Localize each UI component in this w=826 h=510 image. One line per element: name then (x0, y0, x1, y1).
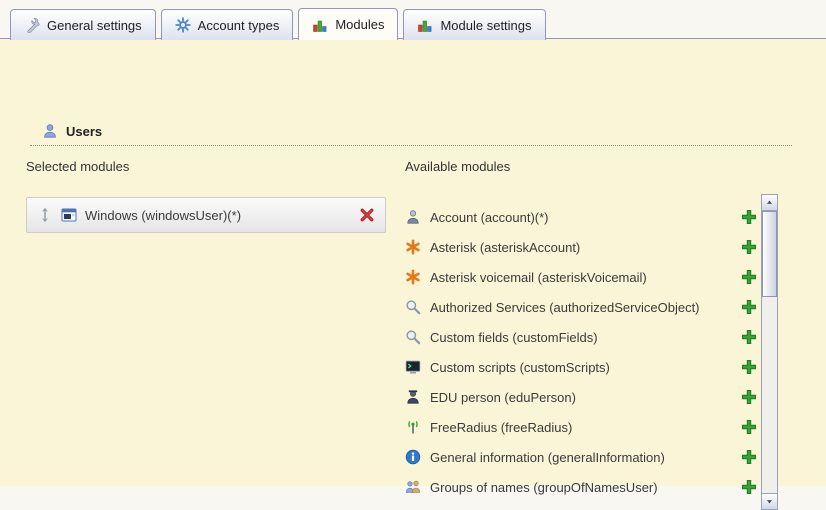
add-module-button[interactable] (741, 299, 757, 315)
modules-tab-content: Users Selected modules Available modules… (0, 38, 826, 486)
add-module-button[interactable] (741, 389, 757, 405)
antenna-icon (405, 419, 421, 435)
available-module-row: FreeRadius (freeRadius) (405, 412, 757, 442)
selected-module-label: Windows (windowsUser)(*) (85, 208, 241, 223)
plus-icon (741, 359, 757, 375)
plus-icon (741, 389, 757, 405)
available-module-row: Account (account)(*) (405, 202, 757, 232)
person-icon (405, 389, 421, 405)
available-module-row: General information (generalInformation) (405, 442, 757, 472)
lam-configuration-page: General settings Account types Modules M… (0, 0, 826, 486)
add-module-button[interactable] (741, 449, 757, 465)
available-module-label: Authorized Services (authorizedServiceOb… (430, 300, 700, 315)
selected-modules-label: Selected modules (26, 159, 129, 174)
available-module-label: Custom fields (customFields) (430, 330, 598, 345)
plus-icon (741, 209, 757, 225)
available-module-row: Authorized Services (authorizedServiceOb… (405, 292, 757, 322)
dotted-divider (30, 145, 792, 146)
tab-module-settings[interactable]: Module settings (403, 9, 545, 40)
terminal-icon (405, 359, 421, 375)
selected-module-row[interactable]: Windows (windowsUser)(*) (26, 197, 386, 233)
available-modules-list: Account (account)(*) Asterisk (asteriskA… (405, 202, 757, 502)
window-icon (61, 207, 77, 223)
arrow-down-icon (765, 497, 774, 506)
available-module-row: Asterisk voicemail (asteriskVoicemail) (405, 262, 757, 292)
available-module-row: Groups of names (groupOfNamesUser) (405, 472, 757, 502)
tab-label: Account types (198, 18, 280, 33)
add-module-button[interactable] (741, 239, 757, 255)
delete-x-icon (359, 207, 375, 223)
add-module-button[interactable] (741, 359, 757, 375)
tab-modules[interactable]: Modules (298, 8, 398, 40)
info-icon (405, 449, 421, 465)
available-module-row: EDU person (eduPerson) (405, 382, 757, 412)
available-module-row: Custom scripts (customScripts) (405, 352, 757, 382)
group-icon (405, 479, 421, 495)
add-module-button[interactable] (741, 419, 757, 435)
settings-tab-bar: General settings Account types Modules M… (10, 8, 546, 40)
available-module-label: General information (generalInformation) (430, 450, 665, 465)
add-module-button[interactable] (741, 269, 757, 285)
available-module-label: Asterisk (asteriskAccount) (430, 240, 580, 255)
modules-blocks-icon (312, 17, 328, 33)
arrow-up-icon (765, 198, 774, 207)
available-module-label: Groups of names (groupOfNamesUser) (430, 480, 658, 495)
available-module-label: Custom scripts (customScripts) (430, 360, 610, 375)
gear-icon (175, 17, 191, 33)
tab-general-settings[interactable]: General settings (10, 9, 156, 40)
add-module-button[interactable] (741, 479, 757, 495)
available-module-label: FreeRadius (freeRadius) (430, 420, 572, 435)
scroll-up-button[interactable] (762, 195, 777, 211)
plus-icon (741, 329, 757, 345)
tab-label: Modules (335, 17, 384, 32)
available-module-label: Asterisk voicemail (asteriskVoicemail) (430, 270, 647, 285)
selected-modules-list: Windows (windowsUser)(*) (26, 197, 386, 233)
plus-icon (741, 299, 757, 315)
user-icon (42, 123, 58, 139)
person-icon (405, 209, 421, 225)
section-title: Users (66, 124, 102, 139)
add-module-button[interactable] (741, 329, 757, 345)
magnifier-icon (405, 299, 421, 315)
plus-icon (741, 479, 757, 495)
scrollbar-thumb[interactable] (762, 211, 777, 297)
available-module-row: Custom fields (customFields) (405, 322, 757, 352)
plus-icon (741, 419, 757, 435)
tab-account-types[interactable]: Account types (161, 9, 294, 40)
available-module-row: Asterisk (asteriskAccount) (405, 232, 757, 262)
plus-icon (741, 269, 757, 285)
scroll-down-button[interactable] (762, 493, 777, 509)
drag-handle-icon[interactable] (37, 207, 53, 223)
tab-label: Module settings (440, 18, 531, 33)
wrench-icon (24, 17, 40, 33)
tab-label: General settings (47, 18, 142, 33)
add-module-button[interactable] (741, 209, 757, 225)
remove-module-button[interactable] (359, 207, 375, 223)
modules-blocks-icon (417, 17, 433, 33)
available-module-label: EDU person (eduPerson) (430, 390, 576, 405)
asterisk-icon (405, 239, 421, 255)
section-heading-users: Users (42, 123, 102, 139)
available-modules-label: Available modules (405, 159, 510, 174)
available-modules-scrollbar[interactable] (761, 194, 778, 510)
plus-icon (741, 449, 757, 465)
magnifier-icon (405, 329, 421, 345)
plus-icon (741, 239, 757, 255)
asterisk-icon (405, 269, 421, 285)
available-module-label: Account (account)(*) (430, 210, 549, 225)
